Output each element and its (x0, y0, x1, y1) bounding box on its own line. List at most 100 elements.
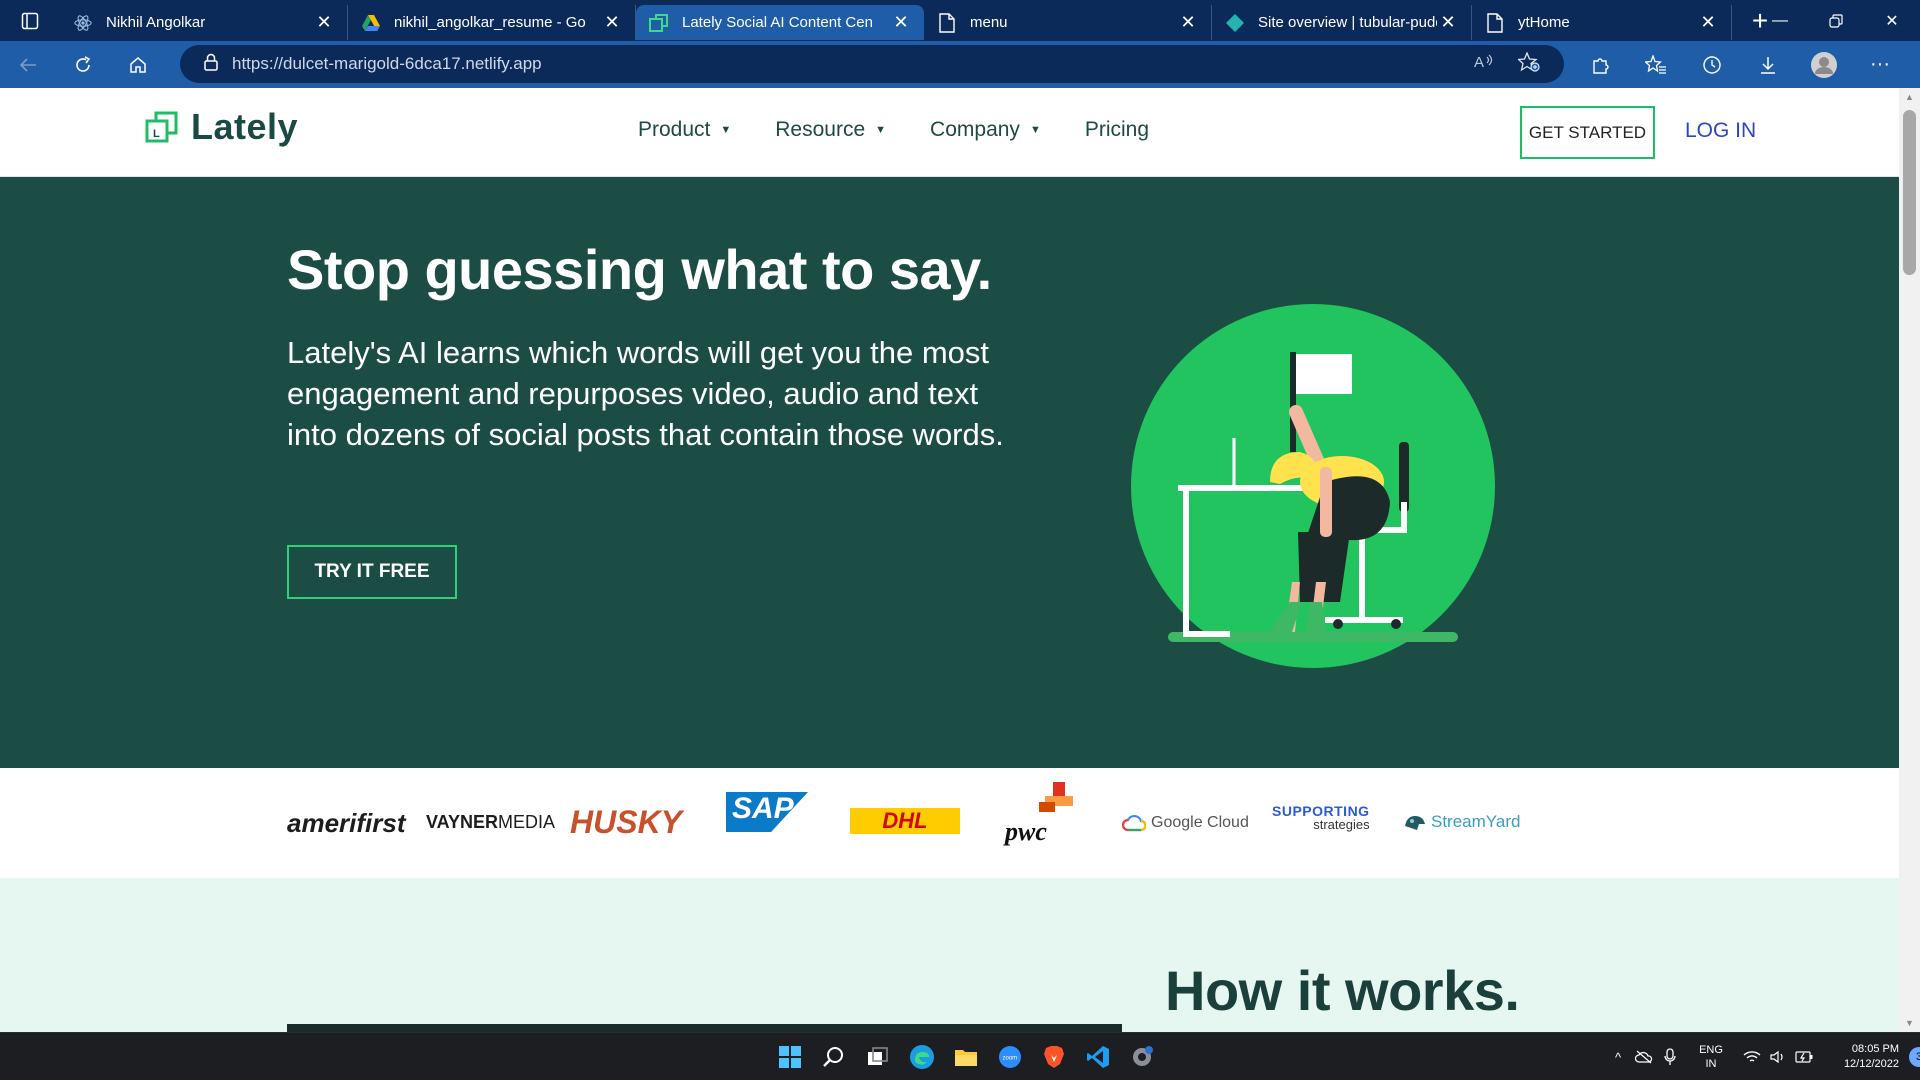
volume-icon[interactable] (1765, 1033, 1791, 1080)
window-controls: — ✕ (1752, 0, 1920, 41)
nav-label: Company (930, 118, 1020, 141)
close-icon[interactable]: ✕ (313, 12, 335, 34)
tab-menu[interactable]: menu ✕ (924, 5, 1212, 40)
minimize-button[interactable]: — (1752, 0, 1808, 41)
close-icon[interactable]: ✕ (890, 12, 912, 34)
wifi-icon[interactable] (1739, 1033, 1765, 1080)
close-icon[interactable]: ✕ (1697, 12, 1719, 34)
tab-ythome[interactable]: ytHome ✕ (1472, 5, 1732, 40)
downloads-button[interactable] (1740, 41, 1796, 88)
tab-title: Site overview | tubular-pudd (1258, 14, 1437, 31)
page-scrollbar[interactable]: ▲ ▼ (1899, 88, 1920, 1032)
nav-company[interactable]: Company ▼ (930, 118, 1041, 142)
hero-title: Stop guessing what to say. (287, 238, 992, 301)
brand-name: Lately (191, 106, 299, 147)
gear-icon (1133, 1046, 1153, 1066)
try-it-free-button[interactable]: TRY IT FREE (287, 545, 457, 599)
video-frame-top (287, 1024, 1122, 1032)
zoom-icon: zoom (999, 1046, 1021, 1068)
system-tray: ^ ENG IN 08:05 PM 12/12/2022 3 (1605, 1033, 1920, 1080)
vscode-app[interactable] (1076, 1035, 1120, 1079)
clock[interactable]: 08:05 PM 12/12/2022 (1837, 1042, 1899, 1072)
close-icon[interactable]: ✕ (1177, 12, 1199, 34)
show-hidden-icons-button[interactable]: ^ (1605, 1033, 1631, 1080)
tab-title: menu (970, 14, 1008, 31)
task-view-icon (868, 1047, 888, 1065)
address-bar-row: https://dulcet-marigold-6dca17.netlify.a… (0, 41, 1920, 88)
language-indicator[interactable]: ENG IN (1691, 1043, 1731, 1071)
site-logo[interactable]: L Lately (145, 106, 298, 148)
tab-lately[interactable]: Lately Social AI Content Cen ✕ (636, 5, 924, 40)
read-aloud-icon[interactable]: A (1474, 52, 1494, 77)
add-favorite-icon[interactable] (1516, 50, 1540, 77)
avatar (1811, 51, 1837, 78)
language-code: ENG (1699, 1044, 1723, 1056)
caret-down-icon: ▼ (720, 124, 732, 136)
web-page: L Lately Product ▼ Resource ▼ Company ▼ Pri… (0, 88, 1899, 1032)
close-icon[interactable]: ✕ (1437, 12, 1459, 34)
start-button[interactable] (768, 1035, 812, 1079)
strategies-label: strategies (1313, 817, 1370, 832)
scrollbar-thumb[interactable] (1903, 110, 1916, 275)
tab-nikhil-angolkar[interactable]: Nikhil Angolkar ✕ (60, 5, 348, 40)
get-started-button[interactable]: GET STARTED (1520, 106, 1655, 159)
settings-app[interactable] (1120, 1035, 1164, 1079)
pwc-wordmark: pwc (1005, 817, 1047, 846)
nav-resource[interactable]: Resource ▼ (775, 118, 886, 142)
supporting-label: SUPPORTING (1272, 803, 1370, 819)
nav-pricing[interactable]: Pricing (1085, 118, 1149, 142)
tab-title: ytHome (1518, 14, 1570, 31)
how-it-works-section: How it works. (0, 878, 1899, 1032)
url-field[interactable]: https://dulcet-marigold-6dca17.netlify.a… (180, 45, 1564, 83)
scroll-up-icon[interactable]: ▲ (1899, 88, 1920, 106)
windows-icon (779, 1046, 801, 1068)
site-header: L Lately Product ▼ Resource ▼ Company ▼ Pri… (0, 88, 1899, 177)
nav-label: Pricing (1084, 118, 1150, 141)
logo-husky: HUSKY (570, 804, 683, 840)
profile-button[interactable] (1796, 41, 1852, 88)
hero-illustration (1131, 304, 1495, 668)
url-text[interactable]: https://dulcet-marigold-6dca17.netlify.a… (232, 54, 1474, 74)
brave-app[interactable] (1032, 1035, 1076, 1079)
refresh-button[interactable] (55, 41, 110, 88)
hero-description: Lately's AI learns which words will get … (287, 335, 1004, 452)
scroll-down-icon[interactable]: ▼ (1899, 1014, 1920, 1032)
login-link[interactable]: LOG IN (1685, 119, 1756, 143)
nav-product[interactable]: Product ▼ (638, 118, 731, 142)
microphone-icon[interactable] (1657, 1033, 1683, 1080)
minimize-icon: — (1772, 11, 1788, 29)
history-button[interactable] (1684, 41, 1740, 88)
restore-button[interactable] (1808, 0, 1864, 41)
file-explorer-app[interactable] (944, 1035, 988, 1079)
zoom-app[interactable]: zoom (988, 1035, 1032, 1079)
battery-icon[interactable] (1791, 1033, 1817, 1080)
lock-icon[interactable] (204, 53, 218, 76)
streamyard-label: StreamYard (1431, 812, 1521, 831)
edge-app[interactable] (900, 1035, 944, 1079)
close-icon[interactable]: ✕ (601, 12, 623, 34)
task-view-button[interactable] (856, 1035, 900, 1079)
restore-icon (1829, 13, 1843, 28)
more-icon: ··· (1870, 53, 1890, 75)
streamyard-icon (1405, 816, 1425, 830)
logo-dhl: DHL (850, 808, 960, 834)
back-button[interactable] (0, 41, 55, 88)
home-button[interactable] (110, 41, 165, 88)
logo-streamyard: StreamYard (1403, 812, 1520, 832)
extensions-icon (1593, 57, 1609, 74)
taskbar-apps: zoom (768, 1033, 1164, 1080)
settings-menu-button[interactable]: ··· (1852, 41, 1908, 88)
refresh-icon (75, 55, 90, 72)
close-window-button[interactable]: ✕ (1864, 0, 1920, 41)
onedrive-icon[interactable] (1631, 1033, 1657, 1080)
tab-site-overview[interactable]: Site overview | tubular-pudd ✕ (1212, 5, 1472, 40)
search-button[interactable] (812, 1035, 856, 1079)
tab-actions-button[interactable] (0, 0, 60, 41)
extensions-button[interactable] (1572, 41, 1628, 88)
logo-google-cloud: Google Cloud (1122, 814, 1249, 832)
notification-badge[interactable]: 3 (1909, 1047, 1920, 1067)
tab-resume[interactable]: nikhil_angolkar_resume - Go ✕ (348, 5, 636, 40)
favorites-button[interactable] (1628, 41, 1684, 88)
logo-amerifirst: amerifirst (287, 808, 406, 838)
favorites-icon (1645, 54, 1666, 74)
